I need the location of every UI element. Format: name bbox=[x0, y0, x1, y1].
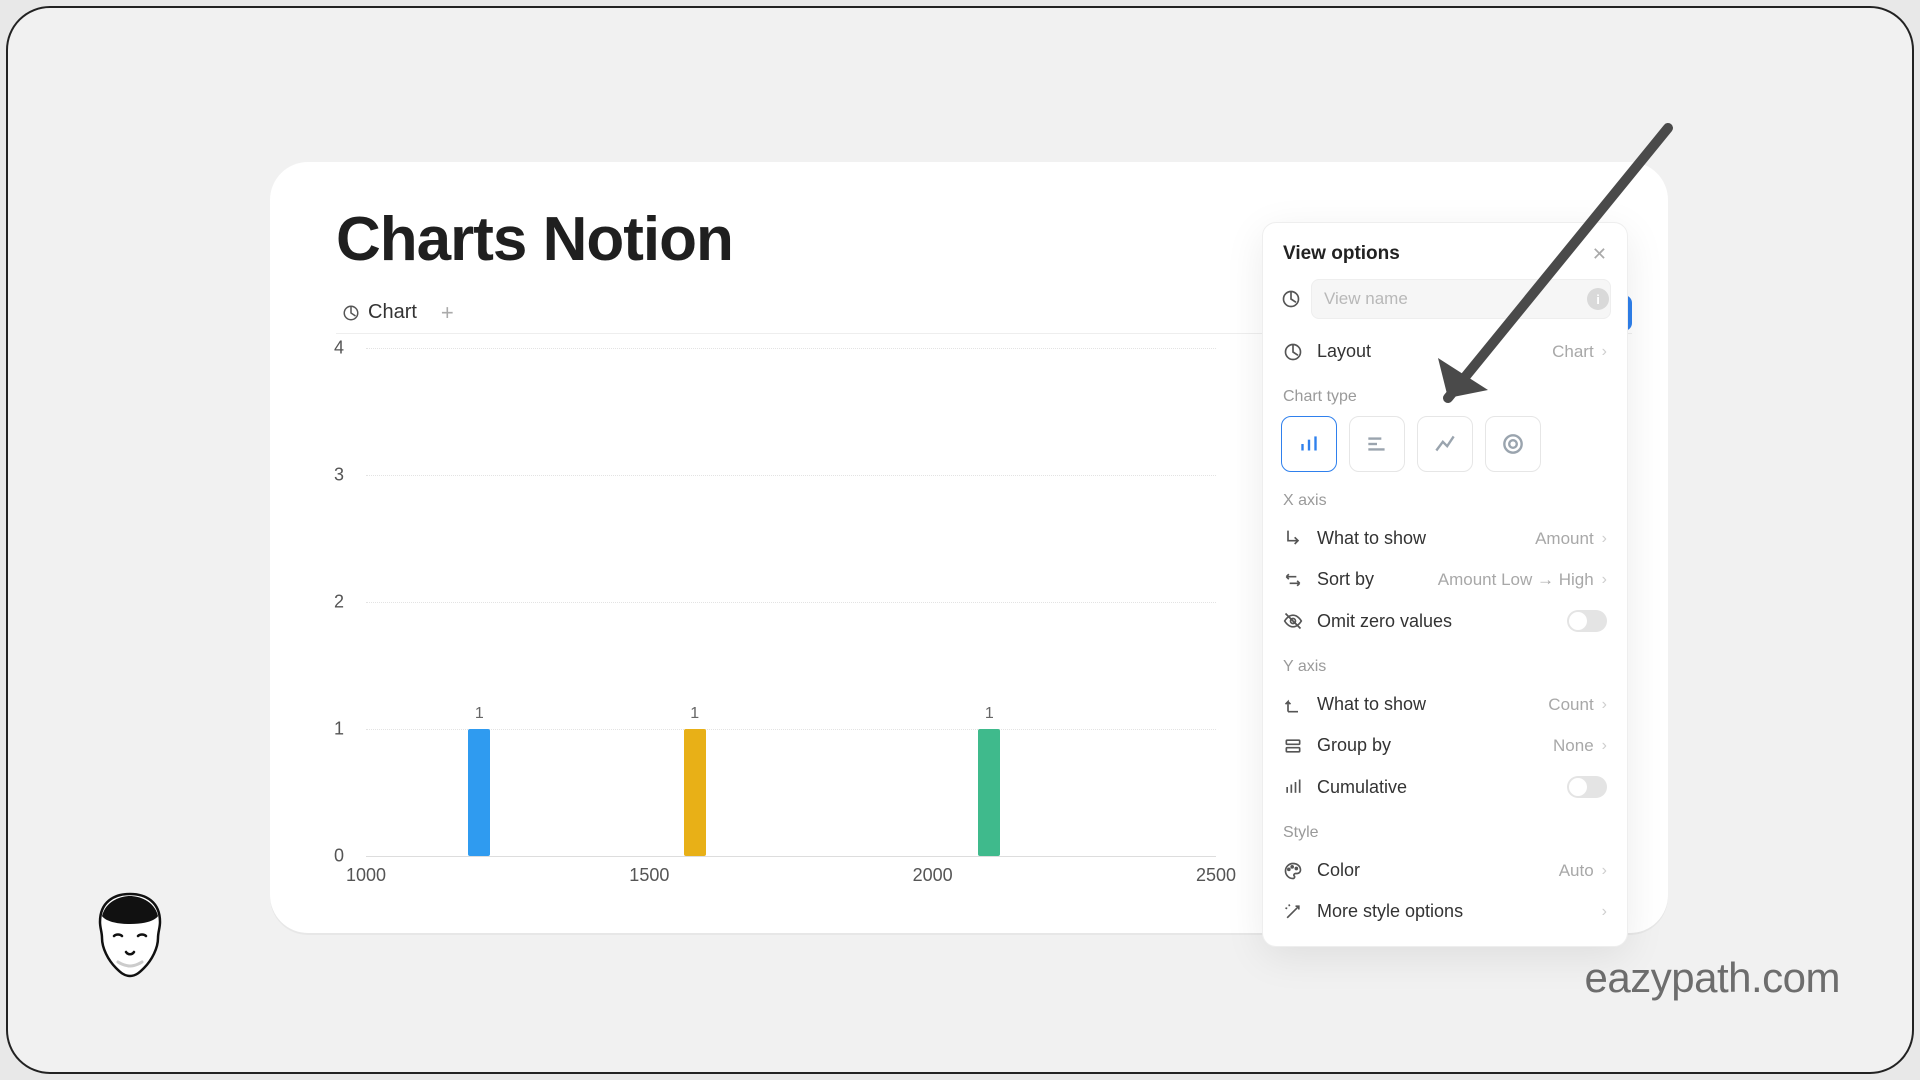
chart-view-icon bbox=[1281, 289, 1301, 309]
xaxis-what-row[interactable]: What to show Amount › bbox=[1277, 518, 1613, 559]
yaxis-cumulative-row[interactable]: Cumulative bbox=[1277, 766, 1613, 808]
x-tick: 2500 bbox=[1196, 865, 1236, 886]
chart-view-icon bbox=[342, 304, 360, 322]
yaxis-section-label: Y axis bbox=[1277, 642, 1613, 684]
chart-type-horizontal-bar[interactable] bbox=[1349, 416, 1405, 472]
content-card: Charts Notion Chart + New ⌄ bbox=[270, 162, 1668, 933]
tab-chart[interactable]: Chart bbox=[336, 295, 423, 330]
chevron-right-icon: › bbox=[1602, 530, 1607, 548]
yaxis-what-value: Count bbox=[1548, 695, 1593, 715]
omit-zero-toggle[interactable] bbox=[1567, 610, 1607, 632]
xaxis-what-value: Amount bbox=[1535, 529, 1594, 549]
layout-icon bbox=[1283, 342, 1303, 362]
yaxis-cumulative-label: Cumulative bbox=[1317, 777, 1407, 798]
bar[interactable]: 1 bbox=[978, 729, 1000, 856]
y-tick: 1 bbox=[334, 719, 344, 740]
y-tick: 2 bbox=[334, 592, 344, 613]
yaxis-what-label: What to show bbox=[1317, 694, 1426, 715]
axis-right-icon bbox=[1283, 529, 1303, 549]
view-name-input[interactable] bbox=[1311, 279, 1611, 319]
yaxis-group-value: None bbox=[1553, 736, 1594, 756]
y-tick: 0 bbox=[334, 846, 344, 867]
chevron-right-icon: › bbox=[1602, 343, 1607, 361]
tab-chart-label: Chart bbox=[368, 301, 417, 324]
xaxis-sort-value: Amount Low → High bbox=[1438, 570, 1594, 590]
x-tick: 1000 bbox=[346, 865, 386, 886]
yaxis-group-row[interactable]: Group by None › bbox=[1277, 725, 1613, 766]
watermark: eazypath.com bbox=[1585, 954, 1840, 1002]
layout-row[interactable]: Layout Chart › bbox=[1277, 331, 1613, 372]
panel-title: View options bbox=[1283, 243, 1400, 265]
y-tick: 4 bbox=[334, 338, 344, 359]
axis-up-icon bbox=[1283, 695, 1303, 715]
bar[interactable]: 1 bbox=[468, 729, 490, 856]
xaxis-sort-row[interactable]: Sort by Amount Low → High › bbox=[1277, 559, 1613, 600]
y-tick: 3 bbox=[334, 465, 344, 486]
wand-icon bbox=[1283, 902, 1303, 922]
layout-value: Chart bbox=[1552, 342, 1594, 362]
chart-type-donut[interactable] bbox=[1485, 416, 1541, 472]
chart-type-line[interactable] bbox=[1417, 416, 1473, 472]
chevron-right-icon: › bbox=[1602, 571, 1607, 589]
style-color-row[interactable]: Color Auto › bbox=[1277, 850, 1613, 891]
yaxis-what-row[interactable]: What to show Count › bbox=[1277, 684, 1613, 725]
bar[interactable]: 1 bbox=[684, 729, 706, 856]
bar-chart: 012341000150020002500111 bbox=[336, 348, 1216, 878]
x-tick: 1500 bbox=[629, 865, 669, 886]
style-section-label: Style bbox=[1277, 808, 1613, 850]
chart-type-section-label: Chart type bbox=[1277, 372, 1613, 414]
cumulative-toggle[interactable] bbox=[1567, 776, 1607, 798]
xaxis-omit-row[interactable]: Omit zero values bbox=[1277, 600, 1613, 642]
close-icon[interactable]: ✕ bbox=[1592, 244, 1607, 265]
page-title: Charts Notion bbox=[336, 204, 733, 275]
xaxis-section-label: X axis bbox=[1277, 476, 1613, 518]
xaxis-sort-label: Sort by bbox=[1317, 569, 1374, 590]
chevron-right-icon: › bbox=[1602, 696, 1607, 714]
bar-value-label: 1 bbox=[690, 705, 699, 723]
window-frame: Charts Notion Chart + New ⌄ bbox=[6, 6, 1914, 1074]
eye-off-icon bbox=[1283, 611, 1303, 631]
style-more-row[interactable]: More style options › bbox=[1277, 891, 1613, 932]
chart-type-vertical-bar[interactable] bbox=[1281, 416, 1337, 472]
add-view-button[interactable]: + bbox=[433, 296, 462, 330]
info-icon: i bbox=[1587, 288, 1609, 310]
view-options-panel: View options ✕ i Layout Chart › Chart ty… bbox=[1262, 222, 1628, 947]
sort-icon bbox=[1283, 570, 1303, 590]
chevron-right-icon: › bbox=[1602, 737, 1607, 755]
xaxis-omit-label: Omit zero values bbox=[1317, 611, 1452, 632]
x-tick: 2000 bbox=[913, 865, 953, 886]
chevron-right-icon: › bbox=[1602, 903, 1607, 921]
group-icon bbox=[1283, 736, 1303, 756]
author-avatar bbox=[88, 890, 172, 984]
bar-value-label: 1 bbox=[985, 705, 994, 723]
chevron-right-icon: › bbox=[1602, 862, 1607, 880]
style-color-value: Auto bbox=[1559, 861, 1594, 881]
bar-value-label: 1 bbox=[475, 705, 484, 723]
style-color-label: Color bbox=[1317, 860, 1360, 881]
xaxis-what-label: What to show bbox=[1317, 528, 1426, 549]
chart-type-options bbox=[1277, 414, 1613, 476]
cumulative-icon bbox=[1283, 777, 1303, 797]
layout-label: Layout bbox=[1317, 341, 1371, 362]
style-more-label: More style options bbox=[1317, 901, 1463, 922]
yaxis-group-label: Group by bbox=[1317, 735, 1391, 756]
palette-icon bbox=[1283, 861, 1303, 881]
